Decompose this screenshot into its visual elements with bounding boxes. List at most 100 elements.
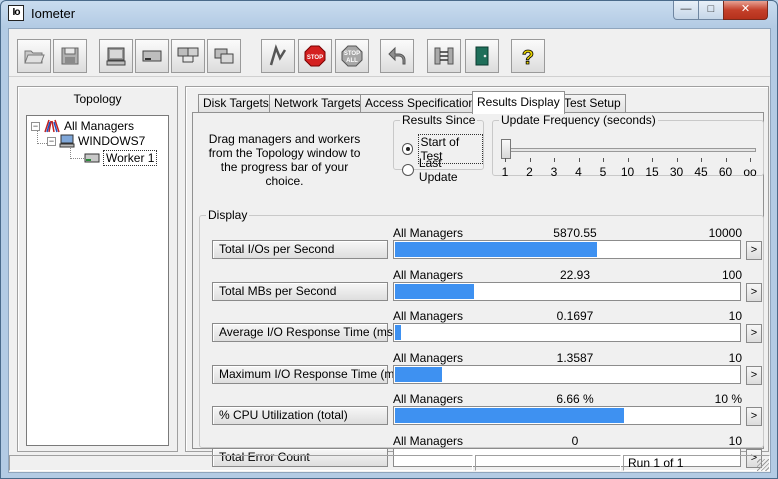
more-options-button[interactable]: >: [746, 407, 762, 426]
progress-bar[interactable]: [393, 323, 741, 342]
progress-bar-fill: [395, 408, 624, 423]
bar-max-label: 10: [728, 309, 742, 323]
slider-tick: [505, 158, 506, 162]
metric-select-button[interactable]: Total I/Os per Second: [212, 240, 388, 259]
tab-test-setup[interactable]: Test Setup: [559, 94, 626, 113]
window-title: Iometer: [31, 6, 76, 21]
radio-label: Last Update: [418, 156, 458, 184]
stop-all-text-1: STOP: [344, 51, 360, 57]
bar-value-label: 5870.55: [553, 226, 597, 240]
start-tests-button[interactable]: [261, 39, 295, 73]
slider-tick: [652, 158, 653, 162]
more-options-button[interactable]: >: [746, 324, 762, 343]
main-panel: Disk Targets Network Targets Access Spec…: [185, 86, 769, 468]
stop-button[interactable]: STOP: [298, 39, 332, 73]
reset-connections-button[interactable]: [427, 39, 461, 73]
update-frequency-slider[interactable]: [503, 148, 756, 152]
progress-bar[interactable]: [393, 364, 741, 384]
slider-tick: [750, 158, 751, 162]
open-folder-icon: [24, 50, 45, 64]
computer-icon: [106, 47, 126, 66]
disk-worker-icon: [142, 50, 162, 62]
metric-select-button[interactable]: Average I/O Response Time (ms): [212, 323, 397, 342]
slider-tick: [554, 158, 555, 162]
new-disk-worker-button[interactable]: [135, 39, 169, 73]
duplicate-worker-button[interactable]: [207, 39, 241, 73]
app-icon: Io: [8, 5, 24, 21]
progress-bar[interactable]: [393, 406, 741, 425]
more-options-button[interactable]: >: [746, 365, 762, 385]
connections-icon: [434, 47, 454, 65]
exit-door-icon: [475, 46, 489, 66]
tree-item-all-managers[interactable]: − All Managers: [31, 119, 134, 133]
update-frequency-group: Update Frequency (seconds) 1 2 3 4 5 10 15 30 45…: [492, 113, 764, 179]
minimize-button[interactable]: —: [673, 1, 699, 20]
tab-network-targets[interactable]: Network Targets: [269, 94, 366, 113]
toolbar: STOP STOP ALL ?: [9, 29, 770, 77]
tree-item-manager[interactable]: − WINDOWS7: [47, 134, 145, 148]
bar-max-label: 10000: [708, 226, 742, 240]
stop-all-button[interactable]: STOP ALL: [335, 39, 369, 73]
stop-sign-icon: STOP: [304, 45, 326, 67]
tab-results-display[interactable]: Results Display: [472, 91, 565, 114]
bar-source-label: All Managers: [393, 309, 464, 323]
exit-button[interactable]: [465, 39, 499, 73]
metric-select-button[interactable]: % CPU Utilization (total): [212, 406, 388, 425]
save-config-button[interactable]: [53, 39, 87, 73]
bar-value-label: 0: [571, 433, 579, 448]
metric-select-button[interactable]: Maximum I/O Response Time (ms): [212, 364, 404, 384]
tab-disk-targets[interactable]: Disk Targets: [198, 94, 274, 113]
all-managers-icon: [44, 119, 60, 133]
radio-selected-icon[interactable]: [402, 143, 414, 155]
slider-thumb[interactable]: [501, 139, 511, 159]
tree-label: Worker 1: [103, 150, 158, 166]
bar-source-label: All Managers: [393, 350, 464, 365]
more-options-button[interactable]: >: [746, 282, 762, 302]
maximize-button[interactable]: □: [698, 1, 724, 20]
tab-access-specifications[interactable]: Access Specifications: [360, 94, 487, 113]
new-network-worker-button[interactable]: [171, 39, 205, 73]
slider-tick-label: 30: [669, 165, 684, 179]
tree-label: All Managers: [64, 119, 135, 133]
stop-sign-text: STOP: [307, 55, 323, 61]
close-button[interactable]: ✕: [723, 1, 768, 20]
about-button[interactable]: ?: [511, 39, 545, 73]
progress-bar-fill: [395, 366, 442, 382]
slider-tick: [627, 158, 629, 162]
help-question-icon: ?: [521, 47, 534, 68]
bar-value-label: 22.93: [559, 267, 591, 282]
progress-bar-fill: [395, 283, 474, 299]
tree-label: WINDOWS7: [78, 134, 146, 148]
slider-tick: [725, 158, 727, 162]
metric-select-button[interactable]: Total MBs per Second: [212, 281, 388, 301]
tree-item-worker[interactable]: Worker 1: [84, 150, 158, 166]
green-flag-icon: [269, 44, 287, 66]
undo-arrow-icon: [388, 46, 406, 65]
new-manager-button[interactable]: [99, 39, 133, 73]
slider-tick: [578, 158, 580, 162]
bar-source-label: All Managers: [393, 392, 464, 406]
instructions-text: Drag managers and workers from the Topol…: [208, 132, 361, 188]
more-options-button[interactable]: >: [746, 241, 762, 260]
slider-tick-label: 1: [501, 165, 509, 179]
expander-icon[interactable]: −: [31, 121, 40, 131]
progress-bar-fill: [395, 325, 401, 340]
slider-tick-label: 10: [620, 165, 635, 179]
title-bar[interactable]: Io Iometer — □ ✕: [1, 1, 777, 27]
slider-tick: [603, 158, 604, 162]
slider-tick-label: 60: [718, 165, 733, 179]
stop-all-text-2: ALL: [346, 58, 358, 64]
topology-title: Topology: [73, 92, 122, 106]
results-since-group: Results Since Start of Test Last Update: [393, 113, 484, 184]
topology-tree: − All Managers − WINDOWS7 Worker 1: [26, 115, 169, 446]
open-config-button[interactable]: [17, 39, 51, 73]
reset-workers-button[interactable]: [380, 39, 414, 73]
radio-unselected-icon[interactable]: [402, 164, 414, 176]
radio-last-update[interactable]: Last Update: [402, 156, 483, 184]
bar-value-label: 6.66 %: [556, 392, 594, 406]
progress-bar[interactable]: [393, 281, 741, 301]
bar-value-label: 0.1697: [556, 309, 594, 323]
progress-bar[interactable]: [393, 240, 741, 259]
expander-icon[interactable]: −: [47, 136, 56, 146]
resize-grip[interactable]: [757, 459, 769, 471]
